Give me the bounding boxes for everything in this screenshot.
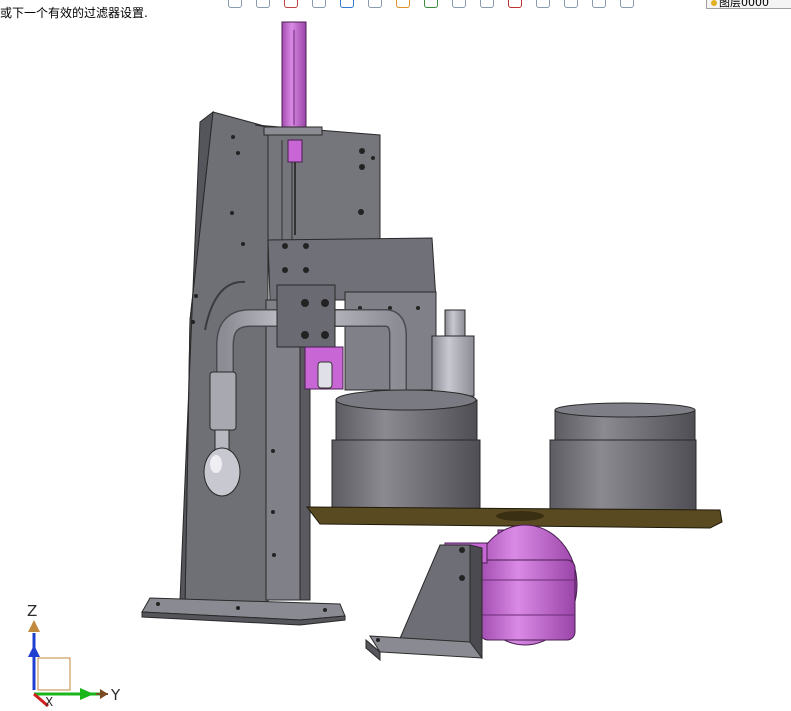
rotary-table: [305, 506, 723, 529]
right-bowl: [549, 402, 697, 517]
triad-y-label: Y: [111, 686, 121, 704]
left-bowl: [331, 389, 481, 516]
small-post: [431, 309, 475, 397]
graphics-area[interactable]: [0, 0, 791, 711]
base-plate-left: [141, 597, 346, 626]
base-bracket-right: [365, 544, 484, 662]
triad-x-label: X: [45, 695, 54, 709]
triad-z-label: Z: [27, 602, 38, 620]
coordinate-triad: [28, 620, 108, 708]
